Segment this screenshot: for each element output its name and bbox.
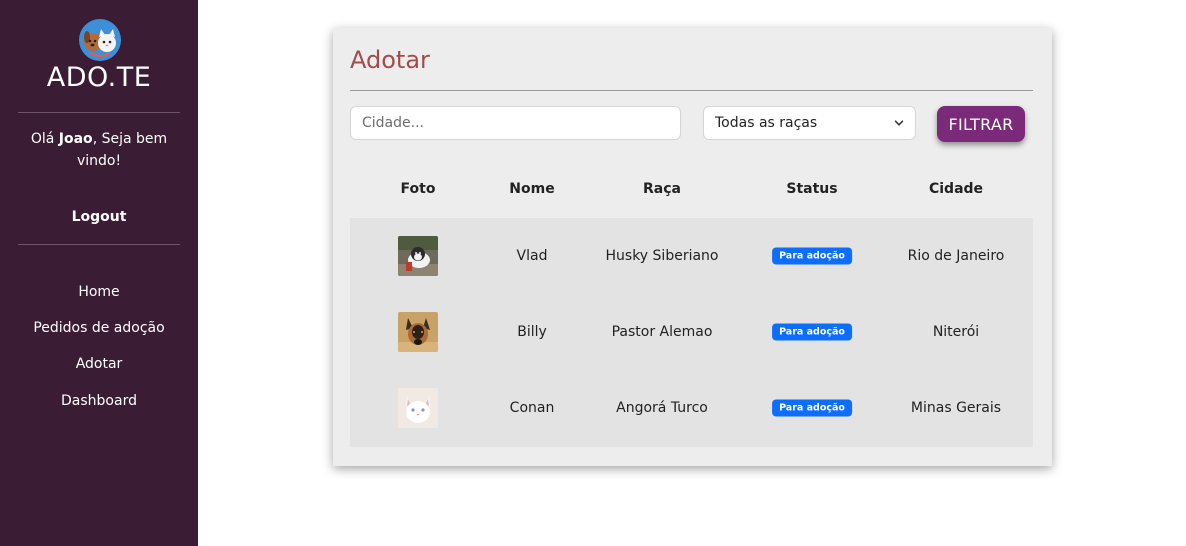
logout-link[interactable]: Logout — [0, 209, 198, 225]
status-badge: Para adoção — [772, 399, 852, 417]
nav-item-dashboard[interactable]: Dashboard — [0, 393, 198, 409]
pet-breed: Pastor Alemao — [611, 324, 713, 340]
breed-select-value: Todas as raças — [715, 115, 818, 131]
sidebar-divider — [18, 112, 180, 113]
table-row: Billy Pastor Alemao Para adoção Niterói — [350, 294, 1033, 370]
nav-item-adopt[interactable]: Adotar — [0, 356, 198, 372]
adopt-card: Adotar Todas as raças FILTRAR Foto Nome … — [333, 28, 1052, 466]
status-badge: Para adoção — [772, 323, 852, 341]
user-name: Joao — [58, 131, 93, 147]
logo-icon — [78, 18, 122, 62]
table-row: Vlad Husky Siberiano Para adoção Rio de … — [350, 218, 1033, 294]
pet-name: Billy — [517, 324, 547, 340]
column-header-breed: Raça — [643, 181, 681, 197]
page-title: Adotar — [350, 46, 430, 74]
chevron-down-icon — [894, 120, 904, 126]
pet-breed: Husky Siberiano — [605, 248, 719, 264]
pet-city: Niterói — [932, 324, 980, 340]
pet-breed: Angorá Turco — [616, 400, 708, 416]
table-row: Conan Angorá Turco Para adoção Minas Ger… — [350, 370, 1033, 446]
brand-title: ADO.TE — [46, 62, 152, 93]
city-search-input[interactable] — [350, 106, 681, 140]
pet-city: Minas Gerais — [910, 400, 1002, 416]
column-header-city: Cidade — [928, 181, 984, 197]
husky-puppy-photo — [398, 236, 438, 276]
sidebar: ADO.TE Olá Joao, Seja bem vindo! Logout … — [0, 0, 198, 546]
white-cat-photo — [398, 388, 438, 428]
greeting-prefix: Olá — [30, 131, 59, 147]
sidebar-divider — [18, 244, 180, 245]
filter-button[interactable]: FILTRAR — [937, 106, 1025, 142]
greeting-text: Olá Joao, Seja bem vindo! — [10, 128, 188, 172]
status-badge: Para adoção — [772, 247, 852, 265]
column-header-status: Status — [786, 181, 838, 197]
title-divider — [350, 90, 1033, 91]
nav-item-adoption-requests[interactable]: Pedidos de adoção — [0, 320, 198, 336]
breed-select[interactable]: Todas as raças — [703, 106, 916, 140]
german-shepherd-photo — [398, 312, 438, 352]
nav-item-home[interactable]: Home — [0, 284, 198, 300]
pet-name: Vlad — [516, 248, 548, 264]
pet-name: Conan — [509, 400, 555, 416]
column-header-photo: Foto — [400, 181, 436, 197]
column-header-name: Nome — [509, 181, 555, 197]
pet-city: Rio de Janeiro — [907, 248, 1005, 264]
